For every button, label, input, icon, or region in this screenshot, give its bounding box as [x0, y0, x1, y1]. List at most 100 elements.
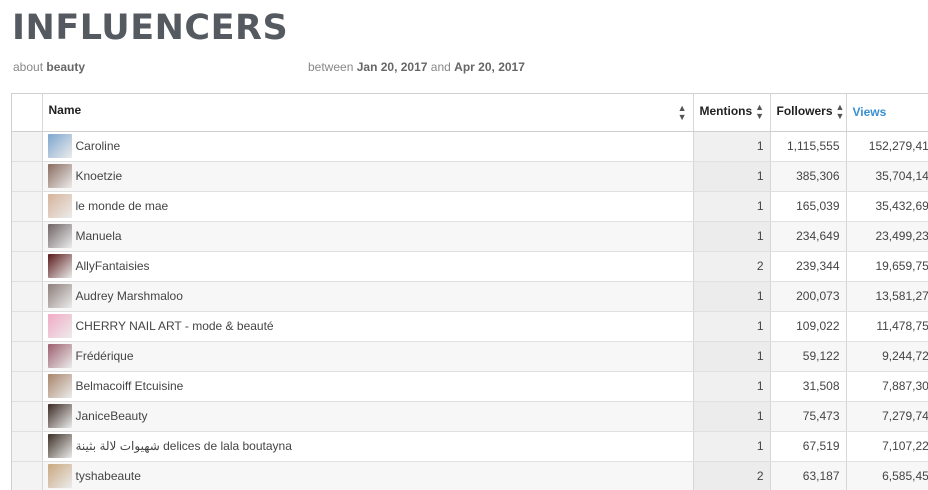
- influencers-table: Name ▲▼ Mentions▲▼ Followers▲▼ Views ▼ C…: [12, 94, 928, 490]
- followers-header-label: Followers: [776, 104, 833, 119]
- mentions-cell: 2: [693, 461, 771, 490]
- followers-cell: 1,115,555: [770, 131, 847, 162]
- sort-icon[interactable]: ▲ ▼: [836, 103, 845, 121]
- influencer-name[interactable]: Knoetzie: [76, 169, 123, 183]
- mentions-cell: 1: [693, 371, 771, 402]
- table-row[interactable]: JaniceBeauty 1 75,473 7,279,740: [12, 401, 928, 432]
- avatar: [47, 434, 72, 458]
- name-cell[interactable]: Frédérique: [42, 341, 694, 372]
- views-cell: 7,107,226: [846, 431, 928, 462]
- row-index-cell: [12, 161, 43, 192]
- views-cell: 11,478,759: [846, 311, 928, 342]
- sort-icon[interactable]: ▲ ▼: [755, 103, 764, 121]
- subtitle: about beauty between Jan 20, 2017 and Ap…: [13, 60, 525, 74]
- views-cell: 7,279,740: [846, 401, 928, 432]
- views-cell: 152,279,414: [846, 131, 928, 162]
- avatar: [47, 374, 72, 398]
- row-index-cell: [12, 191, 43, 222]
- table-row[interactable]: Frédérique 1 59,122 9,244,727: [12, 341, 928, 372]
- mentions-cell: 1: [693, 191, 771, 222]
- views-column-header[interactable]: Views ▼: [846, 94, 928, 132]
- row-index-cell: [12, 341, 43, 372]
- name-cell[interactable]: Audrey Marshmaloo: [42, 281, 694, 312]
- avatar: [47, 344, 72, 368]
- followers-cell: 63,187: [770, 461, 847, 490]
- table-row[interactable]: CHERRY NAIL ART - mode & beauté 1 109,02…: [12, 311, 928, 342]
- avatar: [47, 134, 72, 158]
- influencer-name[interactable]: Belmacoiff Etcuisine: [76, 379, 184, 393]
- mentions-cell: 2: [693, 251, 771, 282]
- name-cell[interactable]: Knoetzie: [42, 161, 694, 192]
- influencer-name[interactable]: CHERRY NAIL ART - mode & beauté: [76, 319, 274, 333]
- row-index-cell: [12, 221, 43, 252]
- followers-cell: 234,649: [770, 221, 847, 252]
- views-cell: 7,887,306: [846, 371, 928, 402]
- mentions-column-header[interactable]: Mentions ▲ ▼: [693, 94, 771, 132]
- followers-cell: 67,519: [770, 431, 847, 462]
- table-row[interactable]: Audrey Marshmaloo 1 200,073 13,581,277: [12, 281, 928, 312]
- influencer-name[interactable]: Caroline: [76, 139, 121, 153]
- influencer-name[interactable]: le monde de mae: [76, 199, 169, 213]
- views-cell: 13,581,277: [846, 281, 928, 312]
- name-cell[interactable]: le monde de mae: [42, 191, 694, 222]
- row-index-cell: [12, 251, 43, 282]
- views-cell: 35,704,140: [846, 161, 928, 192]
- sort-icon[interactable]: ▲ ▼: [678, 103, 687, 122]
- influencer-name[interactable]: شهيوات لالة بثينة delices de lala boutay…: [76, 439, 292, 453]
- views-cell: 6,585,454: [846, 461, 928, 490]
- influencer-name[interactable]: Frédérique: [76, 349, 134, 363]
- name-cell[interactable]: Caroline: [42, 131, 694, 162]
- influencer-name[interactable]: Audrey Marshmaloo: [76, 289, 183, 303]
- followers-column-header[interactable]: Followers ▲ ▼: [770, 94, 847, 132]
- avatar: [47, 254, 72, 278]
- mentions-header-label: Mentions: [699, 104, 753, 119]
- mentions-cell: 1: [693, 281, 771, 312]
- name-cell[interactable]: tyshabeaute: [42, 461, 694, 490]
- followers-cell: 385,306: [770, 161, 847, 192]
- avatar: [47, 224, 72, 248]
- influencers-table-container: Name ▲▼ Mentions▲▼ Followers▲▼ Views ▼ C…: [11, 93, 928, 490]
- row-index-cell: [12, 131, 43, 162]
- table-row[interactable]: شهيوات لالة بثينة delices de lala boutay…: [12, 431, 928, 462]
- mentions-cell: 1: [693, 131, 771, 162]
- table-row[interactable]: Belmacoiff Etcuisine 1 31,508 7,887,306: [12, 371, 928, 402]
- table-row[interactable]: le monde de mae 1 165,039 35,432,690: [12, 191, 928, 222]
- followers-cell: 75,473: [770, 401, 847, 432]
- table-row[interactable]: Caroline 1 1,115,555 152,279,414: [12, 131, 928, 162]
- name-cell[interactable]: Manuela: [42, 221, 694, 252]
- topic-value[interactable]: beauty: [46, 60, 85, 74]
- influencer-name[interactable]: tyshabeaute: [76, 469, 141, 483]
- about-label: about: [13, 60, 44, 74]
- name-cell[interactable]: CHERRY NAIL ART - mode & beauté: [42, 311, 694, 342]
- influencer-name[interactable]: AllyFantaisies: [76, 259, 150, 273]
- avatar: [47, 284, 72, 308]
- row-index-cell: [12, 281, 43, 312]
- table-row[interactable]: tyshabeaute 2 63,187 6,585,454: [12, 461, 928, 490]
- name-cell[interactable]: JaniceBeauty: [42, 401, 694, 432]
- name-cell[interactable]: AllyFantaisies: [42, 251, 694, 282]
- avatar: [47, 194, 72, 218]
- end-date[interactable]: Apr 20, 2017: [454, 60, 525, 74]
- table-row[interactable]: AllyFantaisies 2 239,344 19,659,759: [12, 251, 928, 282]
- start-date[interactable]: Jan 20, 2017: [357, 60, 428, 74]
- row-index-cell: [12, 431, 43, 462]
- followers-cell: 59,122: [770, 341, 847, 372]
- name-cell[interactable]: Belmacoiff Etcuisine: [42, 371, 694, 402]
- row-index-cell: [12, 311, 43, 342]
- name-cell[interactable]: شهيوات لالة بثينة delices de lala boutay…: [42, 431, 694, 462]
- avatar: [47, 164, 72, 188]
- mentions-cell: 1: [693, 431, 771, 462]
- table-row[interactable]: Knoetzie 1 385,306 35,704,140: [12, 161, 928, 192]
- followers-cell: 109,022: [770, 311, 847, 342]
- table-header-row: Name ▲▼ Mentions▲▼ Followers▲▼ Views ▼: [12, 94, 928, 132]
- avatar: [47, 314, 72, 338]
- table-row[interactable]: Manuela 1 234,649 23,499,236: [12, 221, 928, 252]
- influencer-name[interactable]: JaniceBeauty: [76, 409, 148, 423]
- name-header-label: Name: [48, 102, 82, 117]
- row-index-cell: [12, 461, 43, 490]
- influencer-name[interactable]: Manuela: [76, 229, 122, 243]
- followers-cell: 239,344: [770, 251, 847, 282]
- followers-cell: 165,039: [770, 191, 847, 222]
- mentions-cell: 1: [693, 221, 771, 252]
- name-column-header[interactable]: Name ▲ ▼: [42, 94, 694, 132]
